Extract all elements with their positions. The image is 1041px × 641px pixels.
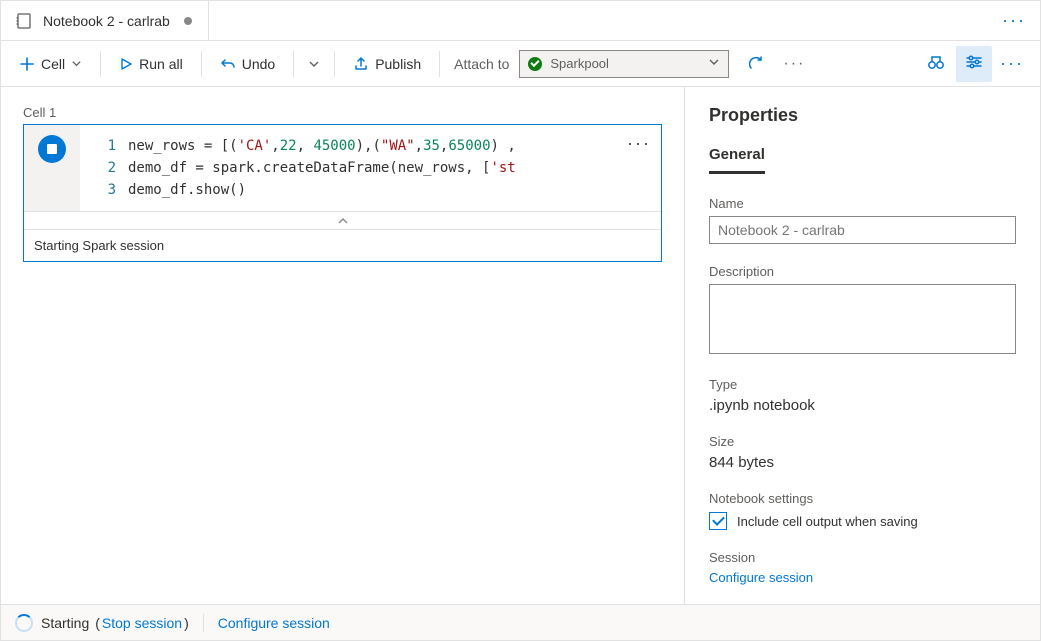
properties-heading: Properties xyxy=(709,105,1016,126)
notebook-settings-label: Notebook settings xyxy=(709,491,1016,506)
status-ok-icon xyxy=(528,57,542,71)
session-label: Session xyxy=(709,550,1016,565)
paren: ) xyxy=(184,615,189,631)
divider xyxy=(201,51,202,77)
undo-icon xyxy=(220,56,236,72)
run-all-label: Run all xyxy=(139,56,183,72)
divider xyxy=(100,51,101,77)
name-input[interactable] xyxy=(709,216,1016,244)
toolbar-overflow-button[interactable]: ··· xyxy=(777,51,811,77)
publish-label: Publish xyxy=(375,56,421,72)
publish-button[interactable]: Publish xyxy=(345,52,429,76)
code-editor[interactable]: new_rows = [('CA',22, 45000),("WA",35,65… xyxy=(128,125,661,211)
stop-icon xyxy=(47,144,57,154)
ellipsis-icon: ··· xyxy=(1000,53,1024,74)
cell-stop-button[interactable] xyxy=(38,135,66,163)
description-input[interactable] xyxy=(709,284,1016,354)
chevron-down-icon xyxy=(708,56,720,71)
divider xyxy=(293,51,294,77)
tab-overflow-button[interactable]: ··· xyxy=(988,10,1040,31)
divider xyxy=(439,51,440,77)
include-output-label: Include cell output when saving xyxy=(737,514,918,529)
variables-icon xyxy=(926,52,946,75)
add-cell-button[interactable]: Cell xyxy=(11,52,90,76)
description-label: Description xyxy=(709,264,1016,279)
divider xyxy=(334,51,335,77)
variables-button[interactable] xyxy=(918,46,954,82)
attach-target: Sparkpool xyxy=(550,56,609,71)
type-value: .ipynb notebook xyxy=(709,397,1016,414)
spinner-icon xyxy=(15,614,33,632)
attach-to-select[interactable]: Sparkpool xyxy=(519,50,729,78)
unsaved-indicator-icon xyxy=(184,17,192,25)
configure-session-link[interactable]: Configure session xyxy=(218,615,330,631)
refresh-button[interactable] xyxy=(739,51,773,77)
chevron-down-icon xyxy=(71,58,82,69)
type-label: Type xyxy=(709,377,1016,392)
refresh-icon xyxy=(747,55,765,73)
undo-button[interactable]: Undo xyxy=(212,52,283,76)
plus-icon xyxy=(19,56,35,72)
more-dropdown[interactable] xyxy=(304,54,324,74)
size-label: Size xyxy=(709,434,1016,449)
chevron-down-icon xyxy=(308,58,320,70)
settings-sliders-icon xyxy=(965,53,983,74)
name-label: Name xyxy=(709,196,1016,211)
notebook-tab[interactable]: Notebook 2 - carlrab xyxy=(1,1,209,40)
notebook-icon xyxy=(15,12,33,30)
paren: ( xyxy=(95,615,100,631)
cell-collapse-toggle[interactable] xyxy=(24,211,661,229)
tab-title: Notebook 2 - carlrab xyxy=(43,13,170,29)
configure-session-link[interactable]: Configure session xyxy=(709,570,1016,585)
properties-panel: Properties General Name Description Type… xyxy=(684,87,1040,604)
run-all-button[interactable]: Run all xyxy=(111,52,191,76)
status-bar: Starting ( Stop session ) Configure sess… xyxy=(1,604,1040,640)
divider xyxy=(203,614,204,632)
properties-overflow-button[interactable]: ··· xyxy=(994,46,1030,82)
play-icon xyxy=(119,57,133,71)
stop-session-link[interactable]: Stop session xyxy=(102,615,182,631)
cell-label: Cell 1 xyxy=(23,105,662,120)
publish-icon xyxy=(353,56,369,72)
add-cell-label: Cell xyxy=(41,56,65,72)
editor-area: Cell 1 123 new_rows = [('CA',22, 45000),… xyxy=(1,87,684,604)
properties-toggle-button[interactable] xyxy=(956,46,992,82)
tab-general[interactable]: General xyxy=(709,146,765,174)
cell-status: Starting Spark session xyxy=(24,229,661,261)
chevron-up-icon xyxy=(337,216,349,226)
code-cell[interactable]: 123 new_rows = [('CA',22, 45000),("WA",3… xyxy=(23,124,662,262)
session-state: Starting xyxy=(41,615,89,631)
undo-label: Undo xyxy=(242,56,275,72)
cell-gutter xyxy=(24,125,80,211)
size-value: 844 bytes xyxy=(709,454,1016,471)
cell-more-button[interactable]: ··· xyxy=(627,133,651,154)
attach-to-label: Attach to xyxy=(450,56,515,72)
line-numbers: 123 xyxy=(80,125,128,211)
include-output-checkbox[interactable] xyxy=(709,512,727,530)
